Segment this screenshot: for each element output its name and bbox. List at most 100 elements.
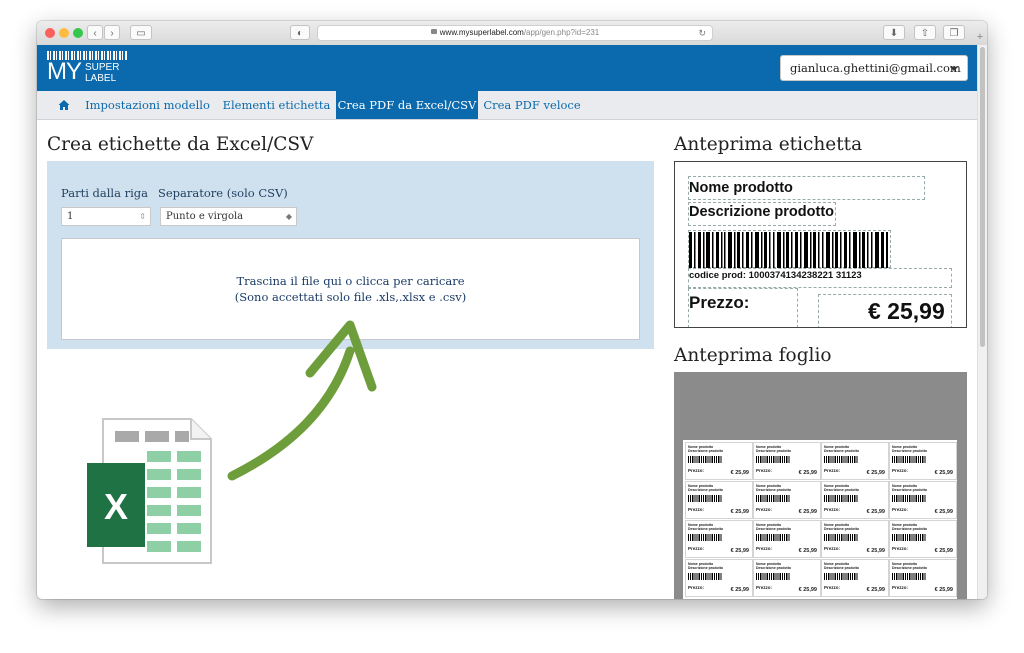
caret-down-icon [950, 67, 958, 71]
mini-label: Nome prodotto Descrizione prodotto Prezzo:… [685, 442, 753, 480]
mini-price-value: € 25,99 [866, 509, 885, 515]
mini-price-label: Prezzo: [892, 546, 909, 551]
forward-button[interactable]: › [104, 25, 120, 40]
mini-product-description: Descrizione prodotto [824, 488, 860, 492]
mini-barcode-icon [892, 573, 926, 580]
select-arrows-icon: ◆ [285, 212, 292, 221]
sheet-preview: Nome prodotto Descrizione prodotto Prezzo:… [674, 372, 967, 599]
mini-price-value: € 25,99 [730, 587, 749, 593]
tab-crea-pdf-veloce[interactable]: Crea PDF veloce [480, 91, 584, 119]
mini-price-value: € 25,99 [798, 470, 817, 476]
page-scrollbar[interactable] [977, 45, 987, 599]
mini-barcode-icon [756, 456, 790, 463]
mini-price-label: Prezzo: [688, 585, 705, 590]
tabs-button[interactable]: ❐ [943, 25, 965, 40]
logo-label: LABEL [85, 73, 117, 84]
mini-barcode-icon [824, 573, 858, 580]
mini-product-description: Descrizione prodotto [824, 527, 860, 531]
barcode-icon [689, 232, 888, 268]
mini-price-value: € 25,99 [866, 548, 885, 554]
mini-label: Nome prodotto Descrizione prodotto Prezzo:… [821, 442, 889, 480]
download-icon: ⬇ [889, 28, 899, 39]
mini-price-value: € 25,99 [934, 587, 953, 593]
share-button[interactable]: ⇧ [914, 25, 936, 40]
mini-price-value: € 25,99 [866, 470, 885, 476]
home-icon[interactable] [58, 99, 70, 111]
mini-barcode-icon [756, 495, 790, 502]
back-button[interactable]: ‹ [87, 25, 103, 40]
mini-label: Nome prodotto Descrizione prodotto Prezzo:… [753, 442, 821, 480]
mini-product-description: Descrizione prodotto [688, 488, 724, 492]
sidebar-toggle-button[interactable]: ▭ [130, 25, 152, 40]
tab-elementi-etichetta[interactable]: Elementi etichetta [217, 91, 336, 119]
browser-toolbar: ‹ › ▭ ◐ www.mysuperlabel.com/app/gen.php… [37, 21, 987, 46]
mini-product-description: Descrizione prodotto [756, 449, 792, 453]
mini-price-label: Prezzo: [688, 468, 705, 473]
separator-select[interactable]: Punto e virgola ◆ [160, 207, 297, 226]
privacy-button[interactable]: ◐ [290, 25, 310, 40]
chevron-left-icon: ‹ [93, 28, 97, 39]
mini-label: Nome prodotto Descrizione prodotto Prezzo:… [889, 520, 957, 558]
scrollbar-thumb[interactable] [980, 47, 985, 347]
label-preview: Nome prodotto Descrizione prodotto codic… [674, 161, 967, 328]
address-bar[interactable]: www.mysuperlabel.com/app/gen.php?id=231 … [317, 25, 713, 41]
mini-product-description: Descrizione prodotto [688, 566, 724, 570]
mini-product-description: Descrizione prodotto [892, 449, 928, 453]
logo-super: SUPER [85, 62, 120, 73]
mini-barcode-icon [824, 534, 858, 541]
mini-price-value: € 25,99 [866, 587, 885, 593]
start-row-input[interactable]: 1 ⇳ [61, 207, 151, 226]
mini-price-value: € 25,99 [934, 470, 953, 476]
preview-product-name: Nome prodotto [689, 180, 793, 196]
mini-product-description: Descrizione prodotto [824, 449, 860, 453]
tabs-icon: ❐ [949, 28, 959, 39]
mini-barcode-icon [756, 573, 790, 580]
downloads-button[interactable]: ⬇ [883, 25, 905, 40]
mini-price-label: Prezzo: [756, 507, 773, 512]
mini-label: Nome prodotto Descrizione prodotto Prezzo:… [753, 520, 821, 558]
mini-label: Nome prodotto Descrizione prodotto Prezzo:… [889, 481, 957, 519]
dropzone-hint: (Sono accettati solo file .xls,.xlsx e .… [234, 290, 467, 304]
mini-product-description: Descrizione prodotto [756, 566, 792, 570]
stepper-icon[interactable]: ⇳ [139, 208, 146, 225]
minimize-window-button[interactable] [59, 28, 69, 38]
nav-tabs: Impostazioni modello Elementi etichetta … [37, 91, 977, 120]
start-row-label: Parti dalla riga [61, 186, 149, 200]
mini-price-label: Prezzo: [756, 546, 773, 551]
preview-product-code: codice prod: 1000374134238221 31123 [689, 270, 862, 281]
tab-impostazioni-modello[interactable]: Impostazioni modello [82, 91, 213, 119]
svg-text:X: X [104, 486, 128, 527]
mini-price-label: Prezzo: [756, 468, 773, 473]
mini-label: Nome prodotto Descrizione prodotto Prezzo:… [685, 481, 753, 519]
zoom-window-button[interactable] [73, 28, 83, 38]
mini-barcode-icon [892, 456, 926, 463]
user-menu-button[interactable]: gianluca.ghettini@gmail.com [780, 55, 968, 81]
mini-price-value: € 25,99 [934, 548, 953, 554]
close-window-button[interactable] [45, 28, 55, 38]
mini-barcode-icon [892, 495, 926, 502]
site-logo[interactable]: MY SUPER LABEL [47, 51, 129, 85]
mini-product-description: Descrizione prodotto [892, 488, 928, 492]
mini-price-value: € 25,99 [730, 548, 749, 554]
mini-barcode-icon [824, 456, 858, 463]
mini-label: Nome prodotto Descrizione prodotto Prezzo:… [753, 481, 821, 519]
page-title: Crea etichette da Excel/CSV [47, 134, 314, 155]
preview-product-description: Descrizione prodotto [689, 204, 835, 220]
user-email: gianluca.ghettini@gmail.com [790, 61, 961, 75]
start-row-value: 1 [67, 211, 74, 222]
mini-price-value: € 25,99 [730, 470, 749, 476]
mini-price-value: € 25,99 [798, 587, 817, 593]
mini-price-label: Prezzo: [892, 585, 909, 590]
logo-my: MY [47, 58, 82, 85]
reload-icon[interactable]: ↻ [698, 26, 706, 40]
mini-barcode-icon [688, 456, 722, 463]
sidebar-icon: ▭ [136, 28, 146, 39]
mini-barcode-icon [824, 495, 858, 502]
mini-product-description: Descrizione prodotto [892, 566, 928, 570]
sheet-preview-title: Anteprima foglio [674, 345, 832, 366]
new-tab-button[interactable]: + [973, 29, 987, 45]
lock-icon [430, 29, 437, 35]
tab-crea-pdf-excel[interactable]: Crea PDF da Excel/CSV [336, 91, 478, 119]
mini-product-description: Descrizione prodotto [824, 566, 860, 570]
mini-label: Nome prodotto Descrizione prodotto Prezzo:… [821, 481, 889, 519]
